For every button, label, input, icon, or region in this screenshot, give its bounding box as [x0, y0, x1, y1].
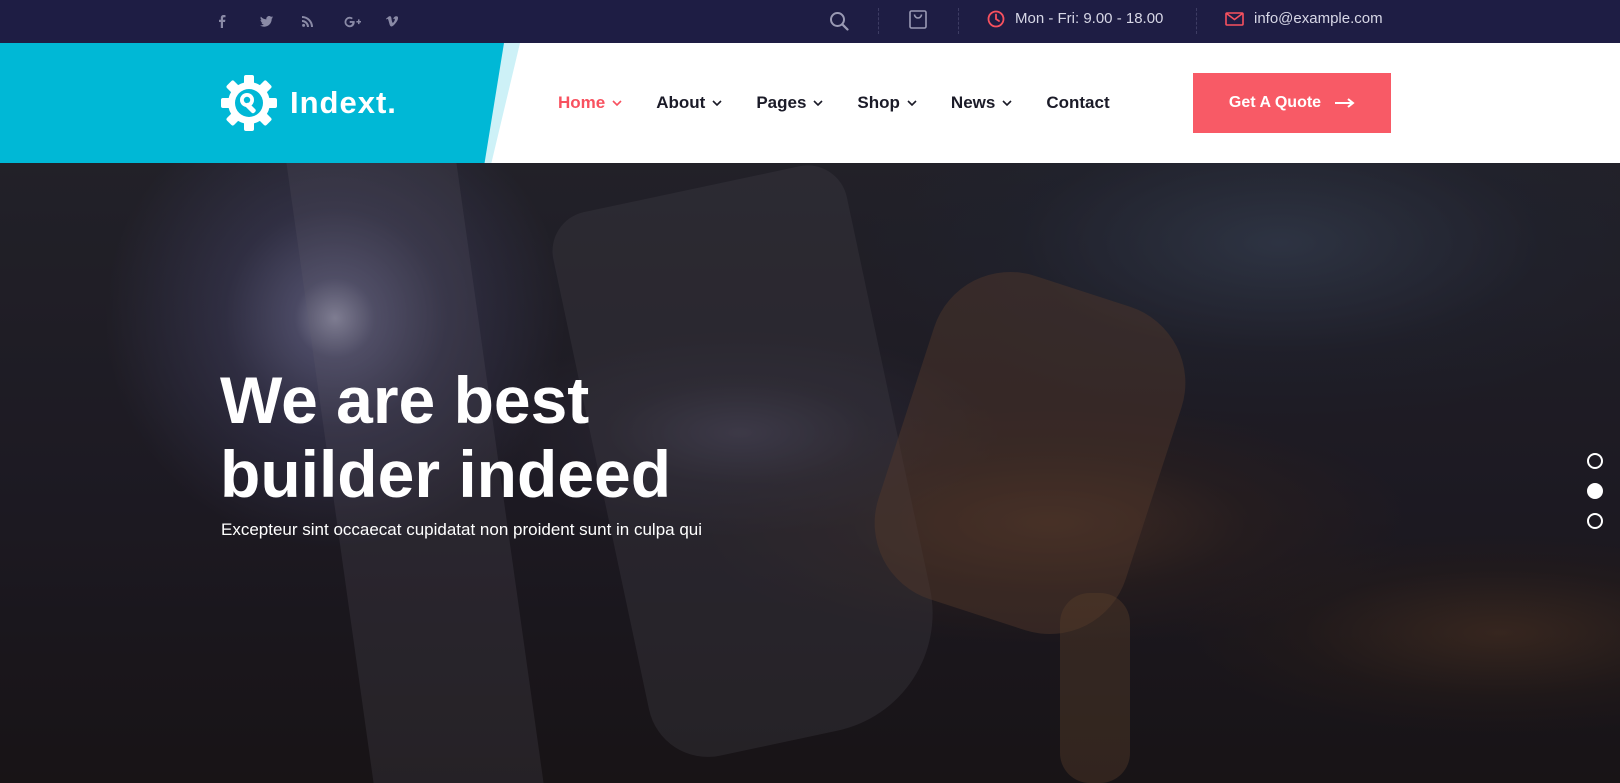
hero-title: We are best builder indeed	[220, 363, 671, 511]
nav-item-label: News	[950, 93, 996, 112]
cart-icon[interactable]	[906, 6, 930, 32]
facebook-icon[interactable]	[218, 0, 260, 43]
twitter-icon[interactable]	[260, 0, 302, 43]
hero-subtitle: Excepteur sint occaecat cupidatat non pr…	[221, 520, 703, 539]
chevron-down-icon	[612, 98, 622, 108]
slider-dot-1[interactable]	[1587, 453, 1603, 469]
rss-icon[interactable]	[302, 0, 344, 43]
hours-text: Mon - Fri: 9.00 - 18.00	[1015, 10, 1164, 27]
gear-wrench-logo-icon	[221, 75, 277, 131]
nav-item-label: Contact	[1046, 93, 1110, 112]
nav-item-shop[interactable]: Shop	[857, 93, 917, 113]
get-quote-button[interactable]: Get A Quote	[1193, 73, 1391, 133]
main-nav: Home About Pages Shop News Contact	[558, 43, 1144, 163]
topbar-divider	[878, 8, 879, 34]
slider-dot-3[interactable]	[1587, 513, 1603, 529]
nav-item-label: Pages	[756, 93, 807, 112]
nav-item-label: Shop	[857, 93, 900, 112]
chevron-down-icon	[907, 98, 917, 108]
nav-item-about[interactable]: About	[656, 93, 722, 113]
top-bar: Mon - Fri: 9.00 - 18.00 info@example.com	[0, 0, 1620, 43]
business-hours: Mon - Fri: 9.00 - 18.00	[987, 0, 1163, 37]
hero-title-line: builder indeed	[220, 437, 672, 511]
nav-item-label: Home	[558, 93, 606, 112]
clock-icon	[987, 10, 1005, 27]
hero-slider: We are best builder indeed Excepteur sin…	[0, 163, 1620, 783]
slider-pagination	[1587, 453, 1603, 529]
chevron-down-icon	[1002, 98, 1012, 108]
topbar-divider	[958, 8, 959, 34]
chevron-down-icon	[712, 98, 722, 108]
arrow-right-icon	[1335, 98, 1355, 108]
contact-email[interactable]: info@example.com	[1225, 0, 1383, 37]
get-quote-label: Get A Quote	[1228, 94, 1322, 111]
nav-item-label: About	[656, 93, 706, 112]
site-logo[interactable]: Indext.	[220, 73, 397, 133]
logo-text: Indext.	[290, 85, 397, 120]
search-icon[interactable]	[826, 8, 852, 34]
topbar-divider	[1196, 8, 1197, 34]
nav-item-news[interactable]: News	[951, 93, 1012, 113]
slider-dot-2[interactable]	[1587, 483, 1603, 499]
nav-item-contact[interactable]: Contact	[1046, 93, 1109, 113]
vimeo-icon[interactable]	[386, 0, 428, 43]
nav-item-home[interactable]: Home	[558, 93, 622, 113]
nav-item-pages[interactable]: Pages	[756, 93, 823, 113]
email-text[interactable]: info@example.com	[1254, 10, 1383, 27]
social-links	[218, 0, 428, 43]
google-plus-icon[interactable]	[344, 0, 386, 43]
chevron-down-icon	[813, 98, 823, 108]
hero-title-line: We are best	[220, 363, 590, 437]
mail-icon	[1225, 11, 1244, 26]
